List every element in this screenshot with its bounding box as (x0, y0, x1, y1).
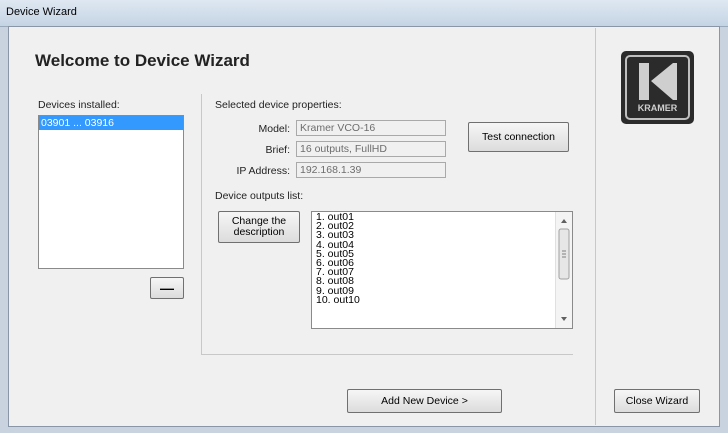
horizontal-divider (201, 354, 573, 355)
outputs-label: Device outputs list: (215, 190, 304, 202)
ip-address-label: IP Address: (236, 165, 290, 177)
devices-list[interactable]: 03901 ... 03916 (38, 115, 184, 269)
devices-installed-label: Devices installed: (38, 99, 120, 111)
outputs-scrollbar[interactable] (555, 212, 572, 328)
side-panel: KRAMER Close Wizard (595, 28, 719, 425)
brief-label: Brief: (265, 144, 290, 156)
scrollbar-graphic (558, 219, 570, 321)
close-wizard-button[interactable]: Close Wizard (614, 389, 700, 413)
main-panel: Welcome to Device Wizard Devices install… (10, 28, 594, 425)
remove-device-button[interactable]: — (150, 277, 184, 299)
page-title: Welcome to Device Wizard (35, 51, 250, 70)
wizard-window: Welcome to Device Wizard Devices install… (8, 26, 720, 427)
logo-k-arm (651, 63, 677, 100)
minus-icon: — (160, 280, 174, 296)
change-description-button[interactable]: Change the description (218, 211, 300, 243)
scroll-up-icon (561, 219, 567, 223)
outputs-list[interactable]: 1. out01 2. out02 3. out03 4. out04 5. o… (311, 211, 573, 329)
model-field[interactable]: Kramer VCO-16 (296, 120, 446, 136)
logo-graphic: KRAMER (625, 55, 690, 120)
device-list-item[interactable]: 03901 ... 03916 (39, 116, 183, 130)
outputs-items: 1. out01 2. out02 3. out03 4. out04 5. o… (312, 212, 572, 306)
list-item[interactable]: 10. out10 (316, 294, 568, 305)
brief-field[interactable]: 16 outputs, FullHD (296, 141, 446, 157)
scroll-down-icon (561, 317, 567, 321)
logo-text: KRAMER (638, 103, 678, 113)
add-new-device-button[interactable]: Add New Device > (347, 389, 502, 413)
logo-k-stem (639, 63, 649, 100)
ip-address-field[interactable]: 192.168.1.39 (296, 162, 446, 178)
window-title: Device Wizard (6, 6, 77, 18)
vertical-divider (201, 94, 202, 354)
kramer-logo: KRAMER (621, 51, 694, 124)
title-bar: Device Wizard (0, 0, 728, 27)
properties-label: Selected device properties: (215, 99, 342, 111)
test-connection-button[interactable]: Test connection (468, 122, 569, 152)
model-label: Model: (258, 123, 290, 135)
